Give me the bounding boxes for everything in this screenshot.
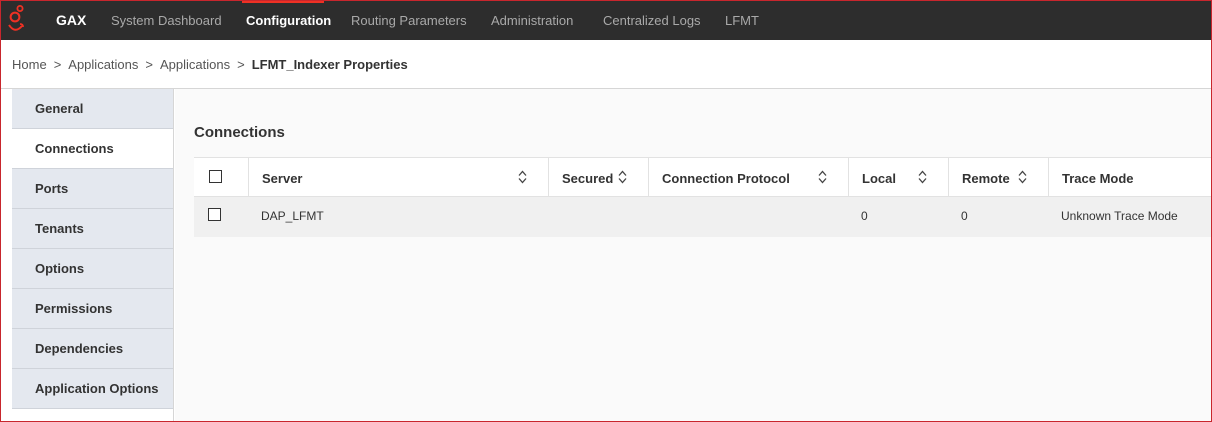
column-header-label: Trace Mode bbox=[1062, 171, 1134, 186]
column-header-label: Local bbox=[862, 171, 896, 186]
table-body: DAP_LFMT 0 0 Unknown Trace Mode bbox=[194, 197, 1212, 237]
nav-administration[interactable]: Administration bbox=[491, 13, 573, 28]
cell-trace-mode: Unknown Trace Mode bbox=[1061, 209, 1178, 223]
sort-arrows-icon[interactable] bbox=[918, 170, 927, 184]
side-item-tenants[interactable]: Tenants bbox=[12, 209, 173, 249]
cell-server[interactable]: DAP_LFMT bbox=[261, 209, 324, 223]
cell-local: 0 bbox=[861, 209, 868, 223]
section-title: Connections bbox=[194, 124, 285, 141]
side-item-permissions[interactable]: Permissions bbox=[12, 289, 173, 329]
breadcrumb: Home > Applications > Applications > LFMT_Inde… bbox=[12, 57, 408, 72]
breadcrumb-separator: > bbox=[145, 57, 153, 72]
sort-arrows-icon[interactable] bbox=[618, 170, 627, 184]
nav-system-dashboard[interactable]: System Dashboard bbox=[111, 13, 222, 28]
active-nav-indicator bbox=[242, 0, 324, 3]
column-header-label: Server bbox=[262, 171, 303, 186]
cell-remote: 0 bbox=[961, 209, 968, 223]
row-checkbox[interactable] bbox=[208, 208, 221, 221]
nav-configuration[interactable]: Configuration bbox=[246, 13, 331, 28]
breadcrumb-applications-2[interactable]: Applications bbox=[160, 57, 230, 72]
brand-name[interactable]: GAX bbox=[56, 12, 86, 28]
column-header-server[interactable]: Server bbox=[249, 158, 549, 197]
sort-arrows-icon[interactable] bbox=[1018, 170, 1027, 184]
breadcrumb-current: LFMT_Indexer Properties bbox=[251, 57, 408, 72]
side-item-connections[interactable]: Connections bbox=[12, 129, 173, 169]
column-header-local[interactable]: Local bbox=[849, 158, 949, 197]
column-header-label: Remote bbox=[962, 171, 1010, 186]
sort-arrows-icon[interactable] bbox=[518, 170, 527, 184]
table-header: Server Secured Connection Protocol Local… bbox=[194, 157, 1212, 197]
side-item-application-options[interactable]: Application Options bbox=[12, 369, 173, 409]
breadcrumb-separator: > bbox=[237, 57, 245, 72]
sort-arrows-icon[interactable] bbox=[818, 170, 827, 184]
column-header-secured[interactable]: Secured bbox=[549, 158, 649, 197]
column-header-trace-mode[interactable]: Trace Mode bbox=[1049, 158, 1212, 197]
side-item-options[interactable]: Options bbox=[12, 249, 173, 289]
genesys-logo-icon[interactable] bbox=[5, 4, 27, 36]
column-header-connection-protocol[interactable]: Connection Protocol bbox=[649, 158, 849, 197]
column-header-label: Secured bbox=[562, 171, 614, 186]
breadcrumb-home[interactable]: Home bbox=[12, 57, 47, 72]
nav-centralized-logs[interactable]: Centralized Logs bbox=[603, 13, 701, 28]
select-all-checkbox[interactable] bbox=[209, 170, 222, 183]
side-item-ports[interactable]: Ports bbox=[12, 169, 173, 209]
nav-routing-parameters[interactable]: Routing Parameters bbox=[351, 13, 467, 28]
breadcrumb-separator: > bbox=[53, 57, 62, 72]
table-row[interactable]: DAP_LFMT 0 0 Unknown Trace Mode bbox=[194, 197, 1212, 237]
breadcrumb-applications[interactable]: Applications bbox=[68, 57, 138, 72]
side-item-general[interactable]: General bbox=[12, 89, 173, 129]
nav-lfmt[interactable]: LFMT bbox=[725, 13, 759, 28]
connections-panel: Connections Server Secured Connection Pr… bbox=[175, 89, 1212, 422]
header-select-cell bbox=[194, 158, 249, 197]
properties-side-menu: General Connections Ports Tenants Option… bbox=[12, 89, 174, 422]
top-navigation-bar: GAX System Dashboard Configuration Routi… bbox=[0, 0, 1212, 40]
connections-table: Server Secured Connection Protocol Local… bbox=[194, 157, 1212, 237]
column-header-label: Connection Protocol bbox=[662, 171, 790, 186]
side-item-dependencies[interactable]: Dependencies bbox=[12, 329, 173, 369]
column-header-remote[interactable]: Remote bbox=[949, 158, 1049, 197]
